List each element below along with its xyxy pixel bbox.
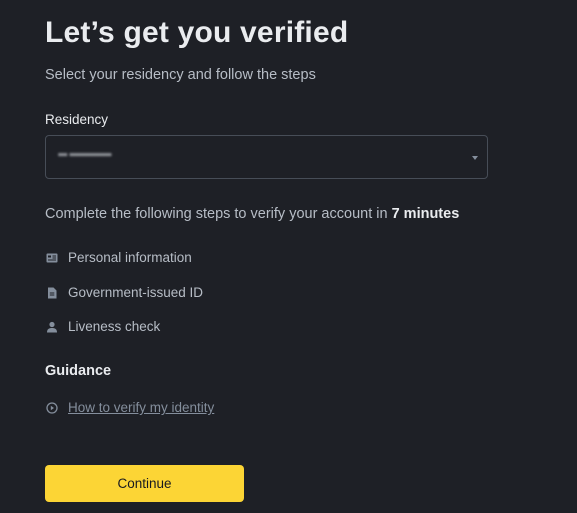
continue-button[interactable]: Continue [45,465,244,502]
step-label: Liveness check [68,319,161,334]
id-card-icon [45,251,59,265]
step-label: Government-issued ID [68,285,204,300]
page-subtitle: Select your residency and follow the ste… [45,67,316,83]
document-icon [45,286,59,300]
play-circle-icon [45,401,59,415]
step-liveness-check: Liveness check [45,319,160,334]
residency-selected-value: ••• •••••••••••••• [58,150,112,161]
steps-intro: Complete the following steps to verify y… [45,206,459,222]
residency-label: Residency [45,112,109,127]
page-title: Let’s get you verified [45,16,349,49]
verify-identity-link[interactable]: How to verify my identity [45,400,214,415]
residency-select[interactable]: ••• •••••••••••••• [45,135,488,179]
step-personal-information: Personal information [45,250,192,265]
steps-intro-time: 7 minutes [391,206,460,222]
verify-identity-link-text[interactable]: How to verify my identity [68,400,214,415]
step-government-id: Government-issued ID [45,285,203,300]
chevron-down-icon [472,156,478,160]
step-label: Personal information [68,250,192,265]
guidance-heading: Guidance [45,363,112,379]
person-icon [45,320,59,334]
steps-intro-text: Complete the following steps to verify y… [45,206,392,222]
